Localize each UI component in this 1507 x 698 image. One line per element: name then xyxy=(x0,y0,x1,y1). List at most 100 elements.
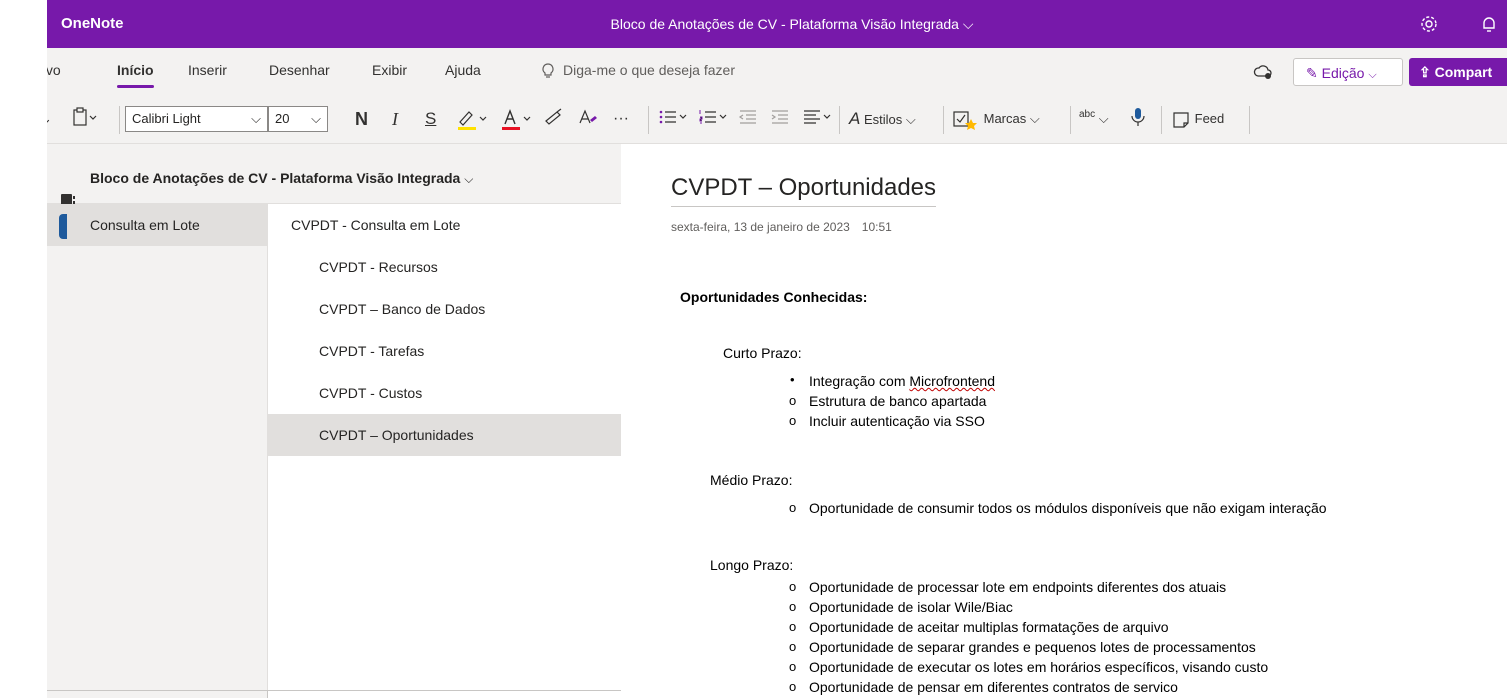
chevron-down-icon: ⌵ xyxy=(251,111,261,126)
italic-button[interactable]: I xyxy=(392,106,398,132)
page-item[interactable]: CVPDT - Consulta em Lote xyxy=(268,204,622,246)
undo-chevron-icon[interactable]: ⌄ xyxy=(47,106,52,132)
page-item[interactable]: CVPDT - Custos xyxy=(268,372,622,414)
font-name-select[interactable]: Calibri Light ⌵ xyxy=(125,106,268,132)
title-bar: OneNote Bloco de Anotações de CV - Plata… xyxy=(47,0,1507,48)
font-color-button[interactable] xyxy=(499,106,535,132)
sections-list: Consulta em Lote xyxy=(47,204,267,698)
align-left-icon xyxy=(804,110,831,124)
underline-button[interactable]: S xyxy=(425,106,436,132)
page-item[interactable]: CVPDT - Tarefas xyxy=(268,330,622,372)
document-title[interactable]: Bloco de Anotações de CV - Plataforma Vi… xyxy=(567,0,1017,48)
numbering-button[interactable] xyxy=(697,106,731,132)
highlight-color-button[interactable] xyxy=(455,106,491,132)
notebook-title: Bloco de Anotações de CV - Plataforma Vi… xyxy=(90,144,473,213)
toolbar-divider xyxy=(648,106,649,134)
styles-label: Estilos xyxy=(863,112,903,127)
decrease-indent-icon[interactable] xyxy=(737,106,759,132)
tell-me-search[interactable]: Diga-me o que deseja fazer xyxy=(541,48,735,96)
list-item: Oportunidade de separar grandes e pequen… xyxy=(809,639,1256,655)
chevron-down-icon: ⌵ xyxy=(464,172,474,186)
page-label: CVPDT - Tarefas xyxy=(319,343,425,359)
format-painter-icon[interactable] xyxy=(543,106,565,132)
bullet-marker: o xyxy=(789,579,797,594)
styles-icon: A xyxy=(849,109,861,128)
chevron-down-icon: ⌵ xyxy=(311,111,321,126)
list-item: Oportunidade de consumir todos os módulo… xyxy=(809,500,1327,516)
tab-inicio[interactable]: Início xyxy=(117,48,154,96)
tab-inserir[interactable]: Inserir xyxy=(188,48,227,96)
spelling-button[interactable]: abc ⌵ xyxy=(1079,106,1109,132)
tags-button[interactable]: Marcas ⌵ xyxy=(952,106,1040,132)
tab-arquivo[interactable]: uivo xyxy=(47,48,61,96)
pencil-icon: ✎ xyxy=(1306,65,1318,81)
bold-button[interactable]: N xyxy=(355,106,368,132)
notebook-title-text: Bloco de Anotações de CV - Plataforma Vi… xyxy=(90,170,461,186)
toolbar-divider xyxy=(119,106,120,134)
tab-exibir[interactable]: Exibir xyxy=(372,48,407,96)
bullet-marker: • xyxy=(790,372,795,387)
dictate-microphone-icon[interactable] xyxy=(1130,106,1146,132)
tab-ajuda[interactable]: Ajuda xyxy=(445,48,481,96)
page-item[interactable]: CVPDT – Banco de Dados xyxy=(268,288,622,330)
settings-gear-icon[interactable] xyxy=(1419,14,1439,34)
cloud-sync-icon[interactable] xyxy=(1253,62,1273,85)
paste-clipboard-icon[interactable] xyxy=(71,106,97,132)
bullet-marker: o xyxy=(789,659,797,674)
alignment-button[interactable] xyxy=(801,106,835,132)
editing-mode-button[interactable]: ✎ Edição ⌵ xyxy=(1293,58,1403,86)
share-icon: ⇪ xyxy=(1419,64,1431,80)
tags-label: Marcas xyxy=(983,111,1027,126)
styles-button[interactable]: A Estilos ⌵ xyxy=(849,106,916,132)
app-name[interactable]: OneNote xyxy=(61,0,124,48)
notebook-header[interactable]: Bloco de Anotações de CV - Plataforma Vi… xyxy=(47,144,621,208)
section-label: Consulta em Lote xyxy=(90,217,200,233)
group-label: Médio Prazo: xyxy=(710,472,793,488)
list-item: Oportunidade de executar os lotes em hor… xyxy=(809,659,1269,675)
page-item[interactable]: CVPDT - Recursos xyxy=(268,246,622,288)
toolbar-divider xyxy=(943,106,944,134)
font-name-value: Calibri Light xyxy=(132,111,201,126)
font-size-select[interactable]: 20 ⌵ xyxy=(268,106,328,132)
section-consulta-em-lote[interactable]: Consulta em Lote xyxy=(47,204,267,246)
list-item: Oportunidade de processar lote em endpoi… xyxy=(809,579,1227,595)
page-time: 10:51 xyxy=(861,220,892,234)
nav-footer-divider xyxy=(267,690,268,698)
page-date: sexta-feira, 13 de janeiro de 2023 xyxy=(671,220,850,234)
list-item-text: Microfrontend xyxy=(909,373,995,389)
chevron-down-icon: ⌵ xyxy=(1098,111,1109,126)
numbered-list-icon xyxy=(699,110,727,124)
bullet-marker: o xyxy=(789,619,797,634)
tab-desenhar[interactable]: Desenhar xyxy=(269,48,330,96)
font-color-icon xyxy=(502,109,531,130)
page-title[interactable]: CVPDT – Oportunidades xyxy=(671,174,937,207)
list-item: Oportunidade de aceitar multiplas format… xyxy=(809,619,1169,635)
group-label: Curto Prazo: xyxy=(723,345,802,361)
feed-button[interactable]: Feed xyxy=(1171,106,1224,132)
notifications-bell-icon[interactable] xyxy=(1479,14,1499,34)
page-label: CVPDT – Banco de Dados xyxy=(319,301,486,317)
list-item: Incluir autenticação via SSO xyxy=(809,413,985,429)
bullet-marker: o xyxy=(789,679,797,694)
navigation-pane: Bloco de Anotações de CV - Plataforma Vi… xyxy=(47,144,622,698)
highlighter-icon xyxy=(458,111,487,130)
clear-formatting-icon[interactable] xyxy=(577,106,599,132)
chevron-down-icon: ⌵ xyxy=(1368,69,1377,81)
feed-icon xyxy=(1173,111,1189,128)
list-item: Integração com Microfrontend xyxy=(809,373,995,389)
bullets-button[interactable] xyxy=(657,106,691,132)
share-button[interactable]: ⇪ Compart xyxy=(1409,58,1507,86)
more-options-button[interactable]: ··· xyxy=(613,106,629,132)
page-canvas[interactable]: CVPDT – Oportunidades sexta-feira, 13 de… xyxy=(621,144,1507,698)
ribbon-tabs: uivo Início Inserir Desenhar Exibir Ajud… xyxy=(47,48,1507,96)
list-item: Estrutura de banco apartada xyxy=(809,393,987,409)
bullet-marker: o xyxy=(789,413,797,428)
increase-indent-icon[interactable] xyxy=(769,106,791,132)
page-item-selected[interactable]: CVPDT – Oportunidades xyxy=(268,414,622,456)
page-label: CVPDT – Oportunidades xyxy=(319,427,474,443)
feed-label: Feed xyxy=(1194,111,1225,126)
list-item: Oportunidade de isolar Wile/Biac xyxy=(809,599,1013,615)
page-label: CVPDT - Custos xyxy=(319,385,423,401)
toolbar-divider xyxy=(839,106,840,134)
page-label: CVPDT - Consulta em Lote xyxy=(291,217,461,233)
